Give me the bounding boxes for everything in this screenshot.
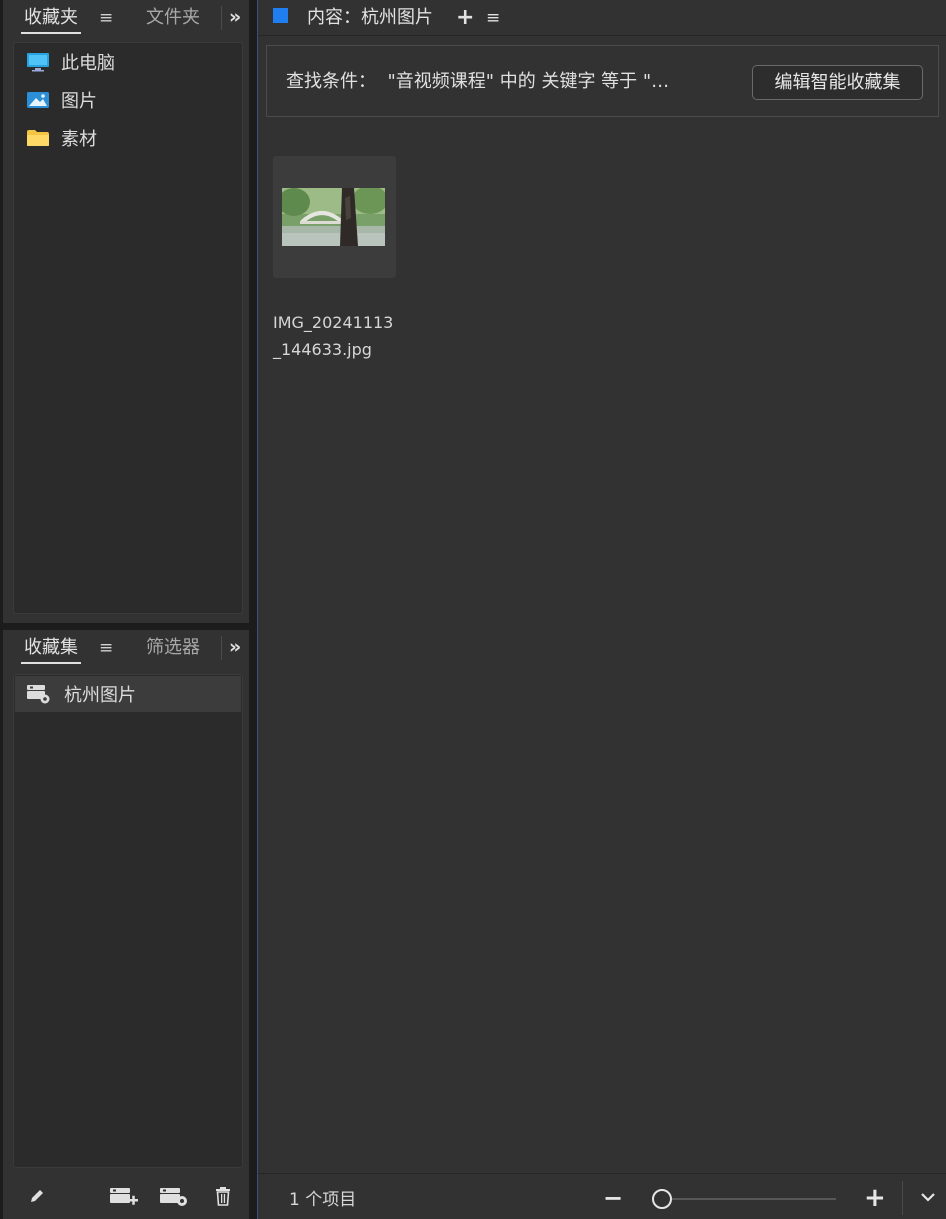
thumbnail-image — [282, 188, 385, 246]
favorite-item-this-pc[interactable]: 此电脑 — [14, 43, 242, 81]
tab-favorites[interactable]: 收藏夹 — [21, 0, 81, 36]
panel-color-marker — [273, 8, 288, 23]
pictures-icon — [26, 90, 50, 110]
chevron-down-icon[interactable] — [919, 1188, 937, 1206]
bridge-window: 收藏夹 ≡ 文件夹 » 此电脑 图片 素材 收藏集 ≡ 筛选器 » 杭州图片 内… — [0, 0, 946, 1219]
favorites-panel: 收藏夹 ≡ 文件夹 » 此电脑 图片 素材 — [3, 0, 249, 623]
collections-menu-icon[interactable]: ≡ — [99, 630, 113, 666]
footer-divider — [902, 1181, 903, 1215]
item-count: 1 个项目 — [289, 1190, 357, 1210]
favorite-item-label: 素材 — [61, 129, 97, 150]
file-thumbnail[interactable] — [273, 156, 396, 278]
zoom-slider-track[interactable] — [672, 1198, 836, 1200]
zoom-in-icon[interactable]: + — [864, 1174, 886, 1219]
collections-tabbar: 收藏集 ≡ 筛选器 » — [3, 630, 249, 666]
favorite-item-label: 此电脑 — [61, 53, 115, 74]
tab-divider — [221, 6, 222, 30]
tab-collections[interactable]: 收藏集 — [21, 630, 81, 666]
search-criteria-text: 查找条件： "音视频课程" 中的 关键字 等于 "… — [286, 71, 670, 92]
content-panel: 内容：杭州图片 + ≡ 查找条件： "音视频课程" 中的 关键字 等于 "… 编… — [257, 0, 946, 1219]
new-collection-icon[interactable] — [109, 1183, 139, 1209]
collection-item-label: 杭州图片 — [64, 685, 136, 706]
favorites-tabbar: 收藏夹 ≡ 文件夹 » — [3, 0, 249, 36]
collections-panel: 收藏集 ≡ 筛选器 » 杭州图片 — [3, 630, 249, 1219]
tab-folders[interactable]: 文件夹 — [146, 0, 200, 36]
edit-icon[interactable] — [22, 1183, 52, 1209]
file-name[interactable]: IMG_20241113_144633.jpg — [273, 309, 401, 363]
new-smart-collection-icon[interactable] — [159, 1183, 189, 1209]
add-tab-icon[interactable]: + — [456, 0, 474, 35]
folder-icon — [26, 128, 50, 148]
favorites-list: 此电脑 图片 素材 — [13, 42, 243, 614]
favorite-item-materials[interactable]: 素材 — [14, 119, 242, 157]
edit-smart-collection-button[interactable]: 编辑智能收藏集 — [752, 65, 923, 100]
collection-item-hangzhou[interactable]: 杭州图片 — [15, 676, 241, 712]
content-title[interactable]: 内容：杭州图片 — [307, 0, 433, 36]
left-column: 收藏夹 ≡ 文件夹 » 此电脑 图片 素材 收藏集 ≡ 筛选器 » 杭州图片 — [0, 0, 252, 1219]
content-menu-icon[interactable]: ≡ — [486, 0, 500, 36]
tab-filter[interactable]: 筛选器 — [146, 630, 200, 666]
favorites-menu-icon[interactable]: ≡ — [99, 0, 113, 36]
content-footer: 1 个项目 − + — [258, 1173, 946, 1219]
delete-icon[interactable] — [208, 1183, 238, 1209]
smart-collection-icon — [26, 683, 52, 705]
more-tabs-icon[interactable]: » — [229, 0, 241, 36]
more-tabs-icon[interactable]: » — [229, 630, 241, 666]
tab-divider — [221, 636, 222, 660]
favorite-item-pictures[interactable]: 图片 — [14, 81, 242, 119]
collections-toolbar — [3, 1171, 249, 1219]
zoom-out-icon[interactable]: − — [603, 1174, 623, 1219]
zoom-slider-handle[interactable] — [652, 1189, 672, 1209]
collections-list: 杭州图片 — [13, 674, 243, 1168]
computer-icon — [26, 52, 50, 72]
search-criteria-bar: 查找条件： "音视频课程" 中的 关键字 等于 "… 编辑智能收藏集 — [266, 45, 939, 117]
favorite-item-label: 图片 — [61, 91, 97, 112]
content-header: 内容：杭州图片 + ≡ — [258, 0, 946, 36]
